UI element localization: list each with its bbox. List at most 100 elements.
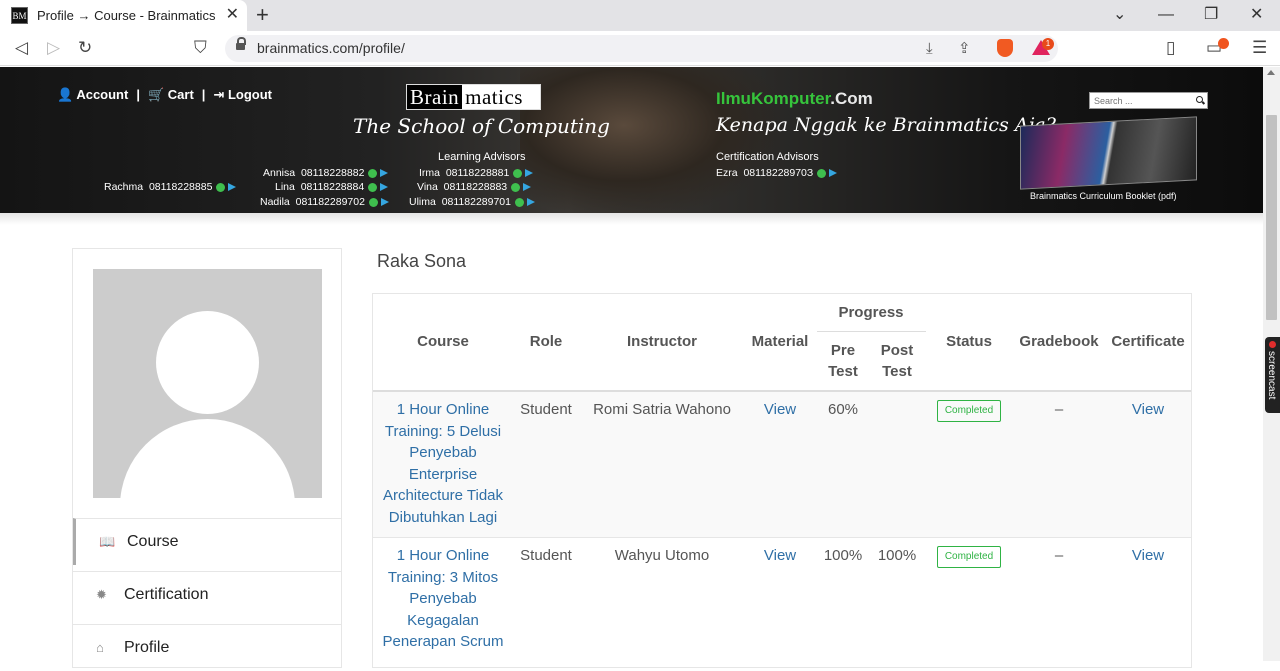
brave-shields-icon[interactable] xyxy=(997,39,1013,57)
header-status: Status xyxy=(946,333,992,350)
header-pre-test: Pre Test xyxy=(828,342,858,380)
avatar xyxy=(93,269,322,498)
close-tab-icon[interactable]: ✕ xyxy=(226,7,239,23)
install-app-icon[interactable]: ⤓ xyxy=(926,41,933,57)
whatsapp-icon[interactable] xyxy=(368,197,378,207)
scroll-up-icon[interactable] xyxy=(1267,70,1275,75)
minimize-icon[interactable]: — xyxy=(1158,5,1174,25)
menu-icon[interactable]: ☰ xyxy=(1252,37,1267,59)
search-input[interactable] xyxy=(1094,94,1189,108)
cart-link[interactable]: 🛒 Cart xyxy=(148,87,194,103)
tab-search-chevron-icon[interactable]: ⌄ xyxy=(1113,5,1126,25)
sidebar-toggle-icon[interactable]: ▯ xyxy=(1166,37,1175,59)
wallet-notification-dot xyxy=(1218,38,1229,49)
whatsapp-icon[interactable] xyxy=(514,197,524,207)
avatar-body xyxy=(120,419,295,498)
course-table: Course Role Instructor Material Progress… xyxy=(372,293,1192,668)
certificate-view-link[interactable]: View xyxy=(1105,545,1191,567)
reload-icon[interactable]: ↻ xyxy=(78,37,92,59)
share-icon[interactable]: ⇪ xyxy=(958,41,971,57)
bookmark-icon[interactable]: ⛉ xyxy=(194,37,207,59)
sidebar-item-label: Course xyxy=(127,533,179,550)
book-icon: 📖 xyxy=(99,534,116,549)
instructor-cell: Romi Satria Wahono xyxy=(593,401,731,418)
instructor-cell: Wahyu Utomo xyxy=(614,547,710,564)
header-shadow xyxy=(0,213,1263,225)
whatsapp-icon[interactable] xyxy=(368,182,378,192)
pre-test-cell: 100% xyxy=(823,547,863,564)
ilmukomputer-logo[interactable]: IlmuKomputer.Com xyxy=(716,89,873,109)
material-view-link[interactable]: View xyxy=(745,399,815,421)
whatsapp-icon[interactable] xyxy=(513,168,523,178)
curriculum-booklet-image[interactable] xyxy=(1020,116,1197,190)
whatsapp-icon[interactable] xyxy=(817,168,827,178)
avatar-head xyxy=(156,311,259,414)
telegram-icon[interactable] xyxy=(228,183,237,192)
site-header-banner: 👤 Account | 🛒 Cart | ⇥ Logout Brain mati… xyxy=(0,67,1263,213)
advisor-lina: Lina 08118228884 xyxy=(275,181,389,193)
telegram-icon[interactable] xyxy=(829,169,838,178)
tab-title: Profile → Course - Brainmatics xyxy=(37,8,216,23)
back-icon[interactable]: ◁ xyxy=(15,37,28,59)
header-post-test: Post Test xyxy=(880,342,914,380)
browser-tab-strip: BM Profile → Course - Brainmatics ✕ + ⌄ … xyxy=(0,0,1280,31)
close-window-icon[interactable]: ✕ xyxy=(1250,5,1263,25)
course-link[interactable]: 1 Hour Online Training: 3 Mitos Penyebab K… xyxy=(375,545,511,653)
sidebar-item-certification[interactable]: ✹ Certification xyxy=(73,571,341,618)
account-nav: 👤 Account | 🛒 Cart | ⇥ Logout xyxy=(57,87,272,103)
course-link[interactable]: 1 Hour Online Training: 5 Delusi Penyebab … xyxy=(375,399,511,528)
status-badge: Completed xyxy=(937,546,1001,568)
post-test-cell: 100% xyxy=(877,547,917,564)
status-badge: Completed xyxy=(937,400,1001,422)
logout-link[interactable]: ⇥ Logout xyxy=(213,87,272,103)
header-material: Material xyxy=(751,333,809,350)
account-link[interactable]: 👤 Account xyxy=(57,87,128,103)
role-cell: Student xyxy=(520,547,572,564)
certificate-icon: ✹ xyxy=(96,587,107,602)
advisor-rachma: Rachma 08118228885 xyxy=(104,181,237,193)
rewards-badge: 1 xyxy=(1042,38,1054,50)
advisor-ezra: Ezra 08118228970З xyxy=(716,167,838,179)
telegram-icon[interactable] xyxy=(523,183,532,192)
header-role: Role xyxy=(529,333,563,350)
header-progress: Progress xyxy=(838,304,904,321)
telegram-icon[interactable] xyxy=(525,169,534,178)
booklet-caption[interactable]: Brainmatics Curriculum Booklet (pdf) xyxy=(1030,191,1177,201)
whatsapp-icon[interactable] xyxy=(368,168,378,178)
scrollbar-thumb[interactable] xyxy=(1266,115,1277,320)
material-view-link[interactable]: View xyxy=(745,545,815,567)
screencast-badge[interactable]: screencast xyxy=(1265,337,1280,413)
url-bar[interactable]: brainmatics.com/profile/ ⤓ ⇪ xyxy=(225,35,1058,62)
certificate-view-link[interactable]: View xyxy=(1105,399,1191,421)
progress-divider xyxy=(817,331,926,332)
screencast-label: screencast xyxy=(1266,351,1277,400)
nav-separator: | xyxy=(201,87,206,102)
certification-advisors-title: Certification Advisors xyxy=(716,151,819,163)
url-text[interactable]: brainmatics.com/profile/ xyxy=(257,40,405,56)
sidebar-item-course[interactable]: 📖 Course xyxy=(73,518,341,565)
telegram-icon[interactable] xyxy=(380,169,389,178)
telegram-icon[interactable] xyxy=(380,198,389,207)
cart-icon: 🛒 xyxy=(147,87,165,102)
logo-part-matics: matics xyxy=(462,85,540,109)
site-favicon-icon: BM xyxy=(11,7,28,24)
brainmatics-tagline: The School of Computing xyxy=(353,114,610,138)
forward-icon[interactable]: ▷ xyxy=(47,37,60,59)
search-icon[interactable] xyxy=(1196,96,1203,103)
ik-logo-suffix: .Com xyxy=(830,89,873,108)
advisor-annisa: Annisa 08118228882 xyxy=(263,167,389,179)
ik-logo-main: IlmuKomputer xyxy=(716,89,831,108)
gradebook-cell: – xyxy=(1054,547,1064,564)
brainmatics-logo[interactable]: Brain matics xyxy=(406,84,541,110)
whatsapp-icon[interactable] xyxy=(511,182,521,192)
restore-icon[interactable]: ❐ xyxy=(1204,5,1218,25)
telegram-icon[interactable] xyxy=(380,183,389,192)
lock-icon[interactable] xyxy=(236,37,246,52)
home-icon: ⌂ xyxy=(96,640,104,655)
whatsapp-icon[interactable] xyxy=(216,182,226,192)
browser-tab[interactable]: BM Profile → Course - Brainmatics ✕ xyxy=(0,0,247,31)
address-toolbar: ◁ ▷ ↻ ⛉ brainmatics.com/profile/ ⤓ ⇪ xyxy=(0,31,1280,66)
new-tab-icon[interactable]: + xyxy=(256,3,269,27)
sidebar-item-profile[interactable]: ⌂ Profile xyxy=(73,624,341,671)
telegram-icon[interactable] xyxy=(526,198,535,207)
